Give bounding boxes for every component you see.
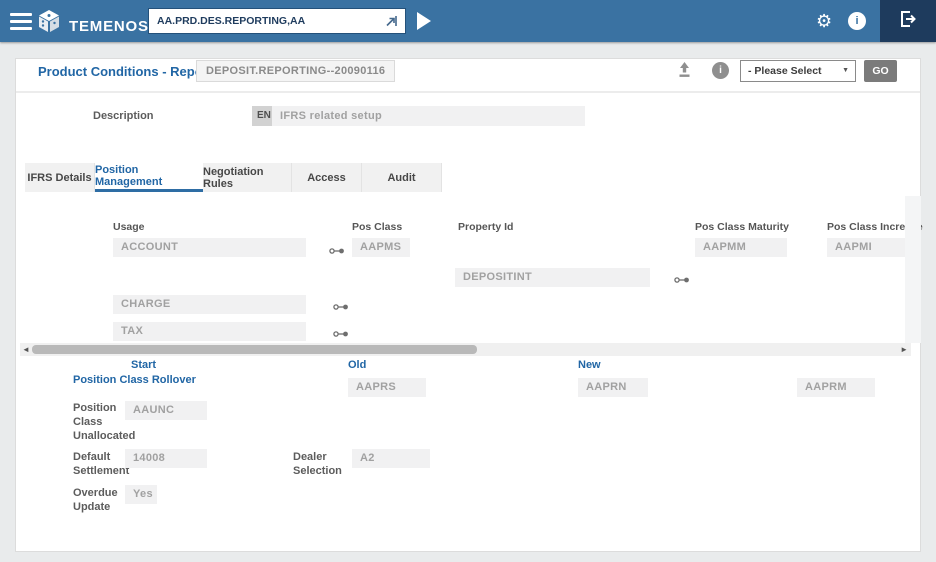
tab-negotiation-rules[interactable]: Negotiation Rules [203,163,292,192]
usage-field-tax[interactable]: TAX [113,322,306,341]
pos-class-increase-field[interactable]: AAPMI [827,238,905,257]
rollover-old-field[interactable]: AAPRS [348,378,426,397]
expand-link-icon[interactable] [333,299,349,309]
app-window: TEMENOS AA.PRD.DES.REPORTING,AA ⚙ i [0,0,936,562]
horizontal-scrollbar[interactable]: ◄ ► [20,343,911,356]
vertical-scrollbar[interactable] [905,196,921,343]
chevron-down-icon: ▼ [842,61,849,81]
go-button[interactable]: GO [864,60,897,82]
header-info-icon[interactable]: i [712,62,729,79]
brand-name: TEMENOS [69,18,149,35]
usage-header: Usage [113,221,145,233]
expand-link-icon[interactable] [329,243,345,253]
upload-icon[interactable] [676,61,693,84]
description-label: Description [93,109,154,123]
rollover-maturity-field[interactable]: AAPRM [797,378,875,397]
action-select-dropdown[interactable]: - Please Select ▼ [740,60,856,82]
rollover-new-field[interactable]: AAPRN [578,378,648,397]
topbar-info-icon[interactable]: i [848,12,866,30]
temenos-logo: TEMENOS [36,8,149,39]
run-command-button[interactable] [417,12,431,30]
description-input[interactable]: IFRS related setup [272,106,585,126]
expand-link-icon[interactable] [674,272,690,282]
expand-link-icon[interactable] [333,326,349,336]
tab-audit[interactable]: Audit [362,163,442,192]
property-id-header: Property Id [458,221,513,233]
scrollbar-thumb[interactable] [32,345,477,354]
overdue-update-field[interactable]: Yes [125,485,157,504]
old-column-header: Old [348,359,366,371]
tab-bar: IFRS Details Position Management Negotia… [25,163,442,192]
position-class-rollover-link[interactable]: Position Class Rollover [73,374,196,386]
property-id-field[interactable]: DEPOSITINT [455,268,650,287]
usage-field-charge[interactable]: CHARGE [113,295,306,314]
tab-ifrs-details[interactable]: IFRS Details [25,163,95,192]
settings-gear-icon[interactable]: ⚙ [816,8,832,34]
overdue-update-label: Overdue Update [73,486,128,514]
command-launch-icon[interactable] [384,13,400,29]
dealer-selection-field[interactable]: A2 [352,449,430,468]
default-settlement-label: Default Settlement [73,450,133,478]
top-navigation-bar: TEMENOS AA.PRD.DES.REPORTING,AA ⚙ i [0,0,936,42]
pos-class-field[interactable]: AAPMS [352,238,410,257]
position-class-unallocated-field[interactable]: AAUNC [125,401,207,420]
record-id-badge: DEPOSIT.REPORTING--20090116 [196,60,395,82]
header-divider [16,91,920,93]
temenos-dice-icon [36,8,62,39]
dealer-selection-label: Dealer Selection [293,450,348,478]
new-column-header: New [578,359,601,371]
tab-position-management[interactable]: Position Management [95,163,203,192]
usage-field-account[interactable]: ACCOUNT [113,238,306,257]
hamburger-menu-icon[interactable] [10,13,32,30]
command-line-input[interactable]: AA.PRD.DES.REPORTING,AA [148,8,406,34]
pos-class-header: Pos Class [352,221,402,233]
pos-class-maturity-field[interactable]: AAPMM [695,238,787,257]
position-class-unallocated-label: Position Class Unallocated [73,401,129,443]
scroll-left-icon[interactable]: ◄ [22,343,30,356]
scroll-right-icon[interactable]: ► [900,343,908,356]
pos-class-maturity-header: Pos Class Maturity [695,221,789,233]
sign-out-button[interactable] [880,0,936,42]
sign-out-icon [898,9,918,34]
action-select-value: - Please Select [748,65,822,77]
start-column-header: Start [131,359,156,371]
tab-access[interactable]: Access [292,163,362,192]
default-settlement-field[interactable]: 14008 [125,449,207,468]
command-line-value: AA.PRD.DES.REPORTING,AA [149,15,384,27]
